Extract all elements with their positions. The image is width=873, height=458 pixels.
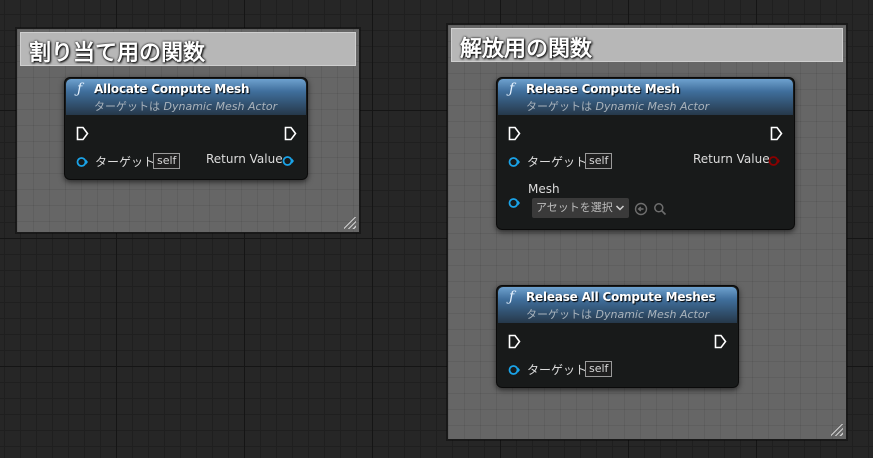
comment-header[interactable]: 解放用の関数	[451, 28, 843, 62]
target-self-value[interactable]: self	[585, 153, 613, 169]
node-subtitle: ターゲットは Dynamic Mesh Actor	[526, 98, 709, 114]
node-subtitle: ターゲットは Dynamic Mesh Actor	[94, 98, 277, 114]
function-icon: ƒ	[509, 81, 515, 97]
node-allocate-compute-mesh[interactable]: ƒ Allocate Compute Mesh ターゲットは Dynamic M…	[64, 77, 308, 180]
subtitle-prefix: ターゲットは	[526, 308, 592, 321]
node-subtitle: ターゲットは Dynamic Mesh Actor	[526, 306, 709, 322]
subtitle-prefix: ターゲットは	[94, 100, 160, 113]
node-header[interactable]: ƒ Allocate Compute Mesh ターゲットは Dynamic M…	[66, 79, 306, 115]
comment-title: 解放用の関数	[460, 37, 593, 62]
mesh-asset-select[interactable]: アセットを選択	[532, 198, 629, 218]
target-pin-icon[interactable]	[76, 156, 88, 168]
subtitle-class: Dynamic Mesh Actor	[595, 100, 710, 113]
node-title: Release All Compute Meshes	[526, 290, 716, 304]
target-label: ターゲット	[527, 363, 588, 377]
browse-asset-search-icon[interactable]	[653, 202, 667, 216]
node-header[interactable]: ƒ Release All Compute Meshes ターゲットは Dyna…	[498, 287, 737, 323]
node-release-all-compute-meshes[interactable]: ƒ Release All Compute Meshes ターゲットは Dyna…	[496, 285, 739, 388]
chevron-down-icon	[615, 205, 625, 211]
asset-select-label: アセットを選択	[536, 201, 613, 214]
subtitle-prefix: ターゲットは	[526, 100, 592, 113]
resize-grip-icon[interactable]	[344, 217, 356, 229]
target-self-value[interactable]: self	[153, 153, 181, 169]
comment-title: 割り当て用の関数	[29, 41, 206, 66]
return-value-pin-icon[interactable]	[768, 155, 780, 167]
target-self-value[interactable]: self	[585, 361, 613, 377]
return-value-label: Return Value	[206, 152, 283, 166]
node-release-compute-mesh[interactable]: ƒ Release Compute Mesh ターゲットは Dynamic Me…	[496, 77, 795, 230]
return-value-pin-icon[interactable]	[282, 155, 294, 167]
use-selected-asset-icon[interactable]	[634, 202, 648, 216]
node-title: Allocate Compute Mesh	[94, 82, 250, 96]
target-label: ターゲット	[95, 155, 156, 169]
subtitle-class: Dynamic Mesh Actor	[595, 308, 710, 321]
target-pin-icon[interactable]	[508, 364, 520, 376]
target-pin-icon[interactable]	[508, 156, 520, 168]
resize-grip-icon[interactable]	[831, 424, 843, 436]
exec-out-pin-icon[interactable]	[284, 126, 297, 141]
subtitle-class: Dynamic Mesh Actor	[163, 100, 278, 113]
node-header[interactable]: ƒ Release Compute Mesh ターゲットは Dynamic Me…	[498, 79, 793, 115]
exec-in-pin-icon[interactable]	[508, 334, 521, 349]
node-title: Release Compute Mesh	[526, 82, 680, 96]
return-value-label: Return Value	[693, 152, 770, 166]
target-label: ターゲット	[527, 155, 588, 169]
mesh-label: Mesh	[528, 182, 560, 196]
exec-out-pin-icon[interactable]	[770, 126, 783, 141]
exec-in-pin-icon[interactable]	[76, 126, 89, 141]
mesh-pin-icon[interactable]	[508, 197, 520, 209]
comment-header[interactable]: 割り当て用の関数	[20, 32, 356, 66]
exec-in-pin-icon[interactable]	[508, 126, 521, 141]
exec-out-pin-icon[interactable]	[714, 334, 727, 349]
function-icon: ƒ	[77, 81, 83, 97]
function-icon: ƒ	[509, 289, 515, 305]
